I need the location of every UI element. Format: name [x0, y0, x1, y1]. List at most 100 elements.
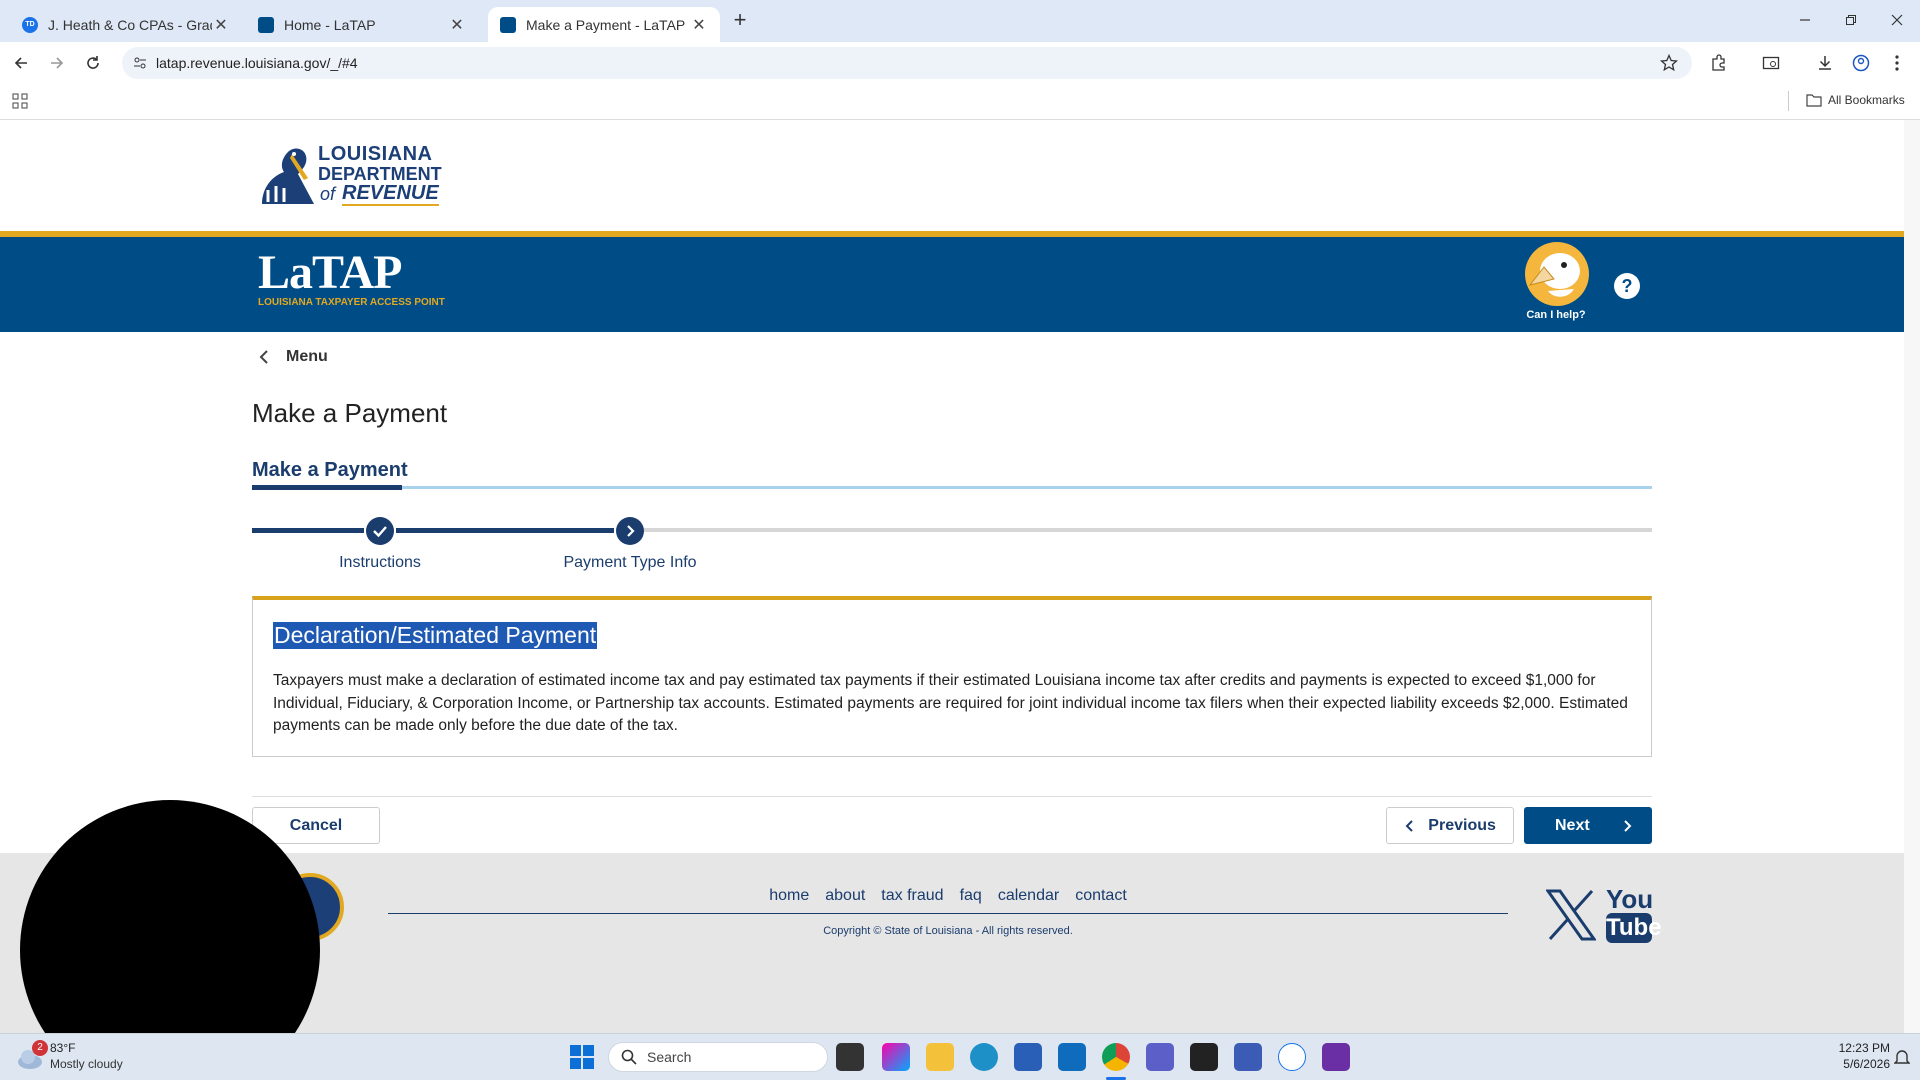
footer-link-about[interactable]: about: [825, 887, 865, 905]
extensions-icon[interactable]: [1706, 50, 1732, 76]
windows-taskbar: 2 83°F Mostly cloudy Search 12:23 PM 5/6…: [0, 1033, 1920, 1080]
new-tab-icon[interactable]: +: [728, 9, 752, 33]
url-text: latap.revenue.louisiana.gov/_/#4: [156, 55, 358, 71]
footer-link-contact[interactable]: contact: [1075, 887, 1127, 905]
back-icon[interactable]: [8, 50, 34, 76]
tab-title: J. Heath & Co CPAs - Grady, Su: [48, 16, 212, 33]
previous-button[interactable]: Previous: [1386, 807, 1514, 844]
weather-temp: 83°F: [50, 1041, 76, 1055]
next-button[interactable]: Next: [1524, 807, 1652, 844]
next-label: Next: [1555, 816, 1590, 834]
step-label-payment-type-info: Payment Type Info: [563, 554, 697, 571]
notification-badge: 2: [32, 1040, 48, 1056]
youtube-tube-text: Tube: [1606, 913, 1662, 943]
logo-line-of: of: [320, 184, 336, 204]
outlook-icon[interactable]: [1058, 1043, 1086, 1071]
app-icon[interactable]: [1322, 1043, 1350, 1071]
tab-search-icon[interactable]: [1758, 50, 1784, 76]
clock-date[interactable]: 5/6/2026: [1810, 1057, 1890, 1071]
page-title: Make a Payment: [252, 398, 448, 428]
bookmarks-bar: All Bookmarks: [0, 82, 1920, 120]
latap-favicon-icon: [258, 16, 274, 33]
latap-logo[interactable]: LaTAP LOUISIANA TAXPAYER ACCESS POINT: [258, 246, 445, 309]
copyright-text: Copyright © State of Louisiana - All rig…: [823, 925, 1073, 937]
folder-icon: [1806, 94, 1822, 107]
louisiana-department-of-revenue-logo[interactable]: LOUISIANA DEPARTMENT of REVENUE: [258, 144, 444, 208]
td-favicon-icon: TD: [22, 16, 38, 33]
browser-toolbar: latap.revenue.louisiana.gov/_/#4: [0, 42, 1920, 82]
m365-icon[interactable]: [882, 1043, 910, 1071]
download-icon[interactable]: [1812, 50, 1838, 76]
x-twitter-icon[interactable]: [1546, 889, 1596, 941]
latap-banner: LaTAP LOUISIANA TAXPAYER ACCESS POINT Ca…: [0, 231, 1904, 332]
windows-start-icon[interactable]: [570, 1045, 594, 1069]
latap-tagline: LOUISIANA TAXPAYER ACCESS POINT: [258, 297, 445, 308]
menu-label: Menu: [286, 348, 328, 365]
sticky-notes-icon[interactable]: [1190, 1043, 1218, 1071]
web-page: LOUISIANA DEPARTMENT of REVENUE LaTAP LO…: [0, 120, 1904, 1033]
search-placeholder: Search: [647, 1049, 692, 1065]
step-current-chevron-icon: [616, 517, 644, 545]
file-explorer-icon[interactable]: [926, 1043, 954, 1071]
footer-link-calendar[interactable]: calendar: [998, 887, 1059, 905]
address-bar[interactable]: latap.revenue.louisiana.gov/_/#4: [122, 47, 1692, 79]
menu-button[interactable]: Menu: [258, 348, 328, 366]
minimize-icon[interactable]: [1782, 0, 1828, 40]
td-app-icon[interactable]: [1278, 1043, 1306, 1071]
tab-active-indicator: [252, 485, 402, 490]
footer-link-home[interactable]: home: [769, 887, 809, 905]
close-tab-icon[interactable]: ✕: [212, 16, 230, 34]
can-i-help-button[interactable]: Can I help?: [1518, 241, 1594, 327]
section-heading: Declaration/Estimated Payment: [273, 622, 598, 649]
close-tab-icon[interactable]: ✕: [448, 16, 466, 34]
browser-tab-strip: TD J. Heath & Co CPAs - Grady, Su ✕ Home…: [0, 0, 1920, 42]
profile-icon[interactable]: [1848, 50, 1874, 76]
reload-icon[interactable]: [80, 50, 106, 76]
edge-icon[interactable]: [970, 1043, 998, 1071]
teams-icon[interactable]: [1146, 1043, 1174, 1071]
youtube-icon[interactable]: You Tube: [1606, 885, 1662, 943]
tab-make-a-payment[interactable]: Make a Payment: [252, 459, 408, 482]
section-description: Taxpayers must make a declaration of est…: [273, 672, 1628, 734]
apps-grid-icon[interactable]: [12, 93, 28, 109]
task-view-icon[interactable]: [836, 1043, 864, 1071]
browser-tab[interactable]: TD J. Heath & Co CPAs - Grady, Su ✕: [10, 7, 242, 42]
chrome-icon[interactable]: [1102, 1043, 1130, 1071]
all-bookmarks-label: All Bookmarks: [1828, 93, 1905, 107]
browser-tab-active[interactable]: Make a Payment - LaTAP ✕: [488, 7, 720, 42]
latap-favicon-icon: [500, 16, 516, 33]
logo-line-department: DEPARTMENT: [318, 164, 442, 184]
page-scrollbar[interactable]: [1904, 120, 1920, 1033]
pelican-logo-icon: [262, 148, 314, 204]
step-label-instructions[interactable]: Instructions: [300, 554, 460, 572]
divider: [1788, 91, 1789, 111]
footer-link-tax-fraud[interactable]: tax fraud: [881, 887, 943, 905]
footer-divider: [388, 913, 1508, 914]
latap-logo-text: LaTAP: [258, 246, 402, 299]
can-i-help-label: Can I help?: [1526, 309, 1586, 321]
app-icon[interactable]: [1234, 1043, 1262, 1071]
bookmark-star-icon[interactable]: [1660, 54, 1678, 72]
notification-bell-icon[interactable]: [1894, 1048, 1910, 1066]
weather-widget[interactable]: 2: [16, 1040, 48, 1072]
search-icon: [621, 1049, 637, 1065]
forward-icon[interactable]: [44, 50, 70, 76]
progress-line-complete: [252, 528, 364, 533]
site-info-icon[interactable]: [132, 55, 148, 71]
more-menu-icon[interactable]: [1884, 50, 1910, 76]
all-bookmarks-button[interactable]: All Bookmarks: [1806, 93, 1905, 107]
close-window-icon[interactable]: [1874, 0, 1920, 40]
footer-link-faq[interactable]: faq: [960, 887, 982, 905]
taskbar-search-box[interactable]: Search: [608, 1042, 828, 1072]
restore-icon[interactable]: [1828, 0, 1874, 40]
help-question-icon[interactable]: ?: [1614, 273, 1640, 299]
browser-tab[interactable]: Home - LaTAP ✕: [246, 7, 478, 42]
clock-time[interactable]: 12:23 PM: [1810, 1041, 1890, 1055]
progress-line-remaining: [644, 528, 1652, 532]
weather-desc: Mostly cloudy: [50, 1057, 123, 1071]
previous-label: Previous: [1428, 816, 1496, 834]
close-tab-icon[interactable]: ✕: [690, 16, 708, 34]
divider: [252, 796, 1652, 797]
logo-line-revenue: REVENUE: [342, 182, 439, 206]
store-icon[interactable]: [1014, 1043, 1042, 1071]
